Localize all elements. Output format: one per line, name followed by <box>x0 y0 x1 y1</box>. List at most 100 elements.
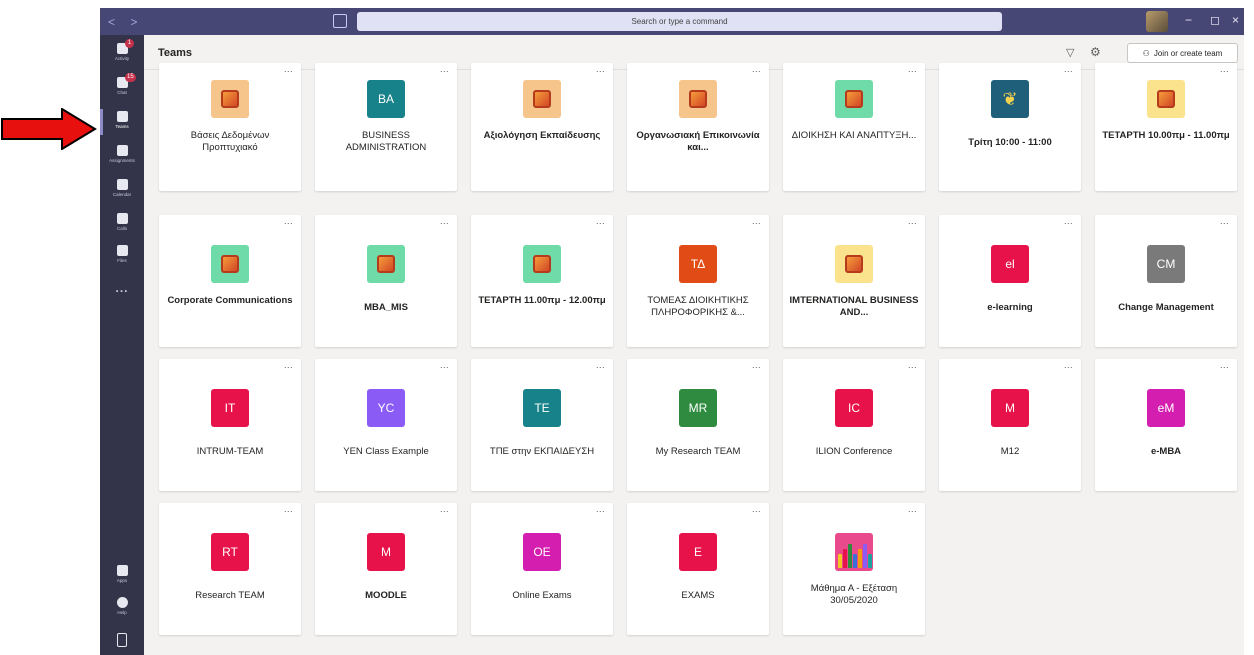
team-card[interactable]: ... Corporate Communications <box>159 215 301 347</box>
team-card[interactable]: ... Βάσεις Δεδομένων Προπτυχιακό <box>159 63 301 191</box>
team-avatar: YC <box>367 389 405 427</box>
more-options-icon[interactable]: ... <box>596 360 605 370</box>
more-options-icon[interactable]: ... <box>752 64 761 74</box>
rail-item-chat[interactable]: 15 Chat <box>100 73 144 95</box>
mobile-icon <box>117 633 127 647</box>
more-options-icon[interactable]: ... <box>1220 360 1229 370</box>
team-avatar: IC <box>835 389 873 427</box>
more-options-icon[interactable]: ... <box>284 360 293 370</box>
more-options-icon[interactable]: ... <box>1064 360 1073 370</box>
team-avatar: eM <box>1147 389 1185 427</box>
nav-arrows[interactable]: < > <box>108 15 143 29</box>
more-options-icon[interactable]: ... <box>596 216 605 226</box>
red-arrow-annotation <box>1 108 97 150</box>
team-card[interactable]: ... MBA_MIS <box>315 215 457 347</box>
rail-item-teams[interactable]: Teams <box>100 109 144 135</box>
team-card[interactable]: ... E EXAMS <box>627 503 769 635</box>
team-card[interactable]: ... ΤΕΤΑΡΤΗ 10.00πμ - 11.00πμ <box>1095 63 1237 191</box>
more-options-icon[interactable]: ... <box>908 504 917 514</box>
join-or-create-team-button[interactable]: ⚇ Join or create team <box>1127 43 1238 63</box>
team-card[interactable]: ... IC ILION Conference <box>783 359 925 491</box>
laurel-icon: ❦ <box>991 80 1029 118</box>
more-options-icon[interactable]: ... <box>908 216 917 226</box>
team-card[interactable]: ... Μάθημα Α - Εξέταση 30/05/2020 <box>783 503 925 635</box>
pencil-shape <box>848 544 852 568</box>
more-options-icon[interactable]: ... <box>440 504 449 514</box>
office-icon <box>523 245 561 283</box>
more-options-icon[interactable]: ... <box>1220 64 1229 74</box>
avatar[interactable] <box>1146 11 1168 32</box>
more-options-icon[interactable]: ... <box>284 216 293 226</box>
gear-icon[interactable]: ⚙ <box>1090 45 1101 59</box>
team-card[interactable]: ... IT INTRUM-TEAM <box>159 359 301 491</box>
team-card[interactable]: ... Οργανωσιακή Επικοινωνία και... <box>627 63 769 191</box>
more-options-icon[interactable]: ... <box>440 360 449 370</box>
team-card[interactable]: ... ΤΕΤΑΡΤΗ 11.00πμ - 12.00πμ <box>471 215 613 347</box>
office-logo-icon <box>533 90 551 108</box>
more-options-icon[interactable]: ... <box>596 64 605 74</box>
team-card[interactable]: ... ❦ Τρίτη 10:00 - 11:00 <box>939 63 1081 191</box>
team-card[interactable]: ... IMTERNATIONAL BUSINESS AND... <box>783 215 925 347</box>
team-card[interactable]: ... YC YEN Class Example <box>315 359 457 491</box>
team-card[interactable]: ... M M12 <box>939 359 1081 491</box>
team-card[interactable]: ... CM Change Management <box>1095 215 1237 347</box>
filter-icon[interactable]: ▽ <box>1066 46 1074 59</box>
team-name: e-learning <box>987 302 1033 313</box>
team-avatar: CM <box>1147 245 1185 283</box>
rail-item-activity[interactable]: 1 Activity <box>100 39 144 61</box>
team-name: Research TEAM <box>195 590 265 601</box>
more-options-icon[interactable]: ... <box>752 360 761 370</box>
team-card[interactable]: ... Αξιολόγηση Εκπαίδευσης <box>471 63 613 191</box>
team-avatar: MR <box>679 389 717 427</box>
search-input[interactable]: Search or type a command <box>357 12 1002 31</box>
office-icon <box>367 245 405 283</box>
team-card[interactable]: ... M MOODLE <box>315 503 457 635</box>
close-button[interactable]: × <box>1232 13 1239 27</box>
rail-more-button[interactable]: ... <box>100 281 144 295</box>
restore-button[interactable]: ◻ <box>1210 13 1220 27</box>
more-options-icon[interactable]: ... <box>908 360 917 370</box>
rail-item-assignments[interactable]: Assignments <box>100 145 144 163</box>
team-card[interactable]: ... BA BUSINESS ADMINISTRATION <box>315 63 457 191</box>
team-avatar: el <box>991 245 1029 283</box>
page-title: Teams <box>158 47 193 59</box>
team-card[interactable]: ... ΔΙΟΙΚΗΣΗ ΚΑΙ ΑΝΑΠΤΥΞΗ... <box>783 63 925 191</box>
team-avatar: RT <box>211 533 249 571</box>
more-options-icon[interactable]: ... <box>440 64 449 74</box>
more-options-icon[interactable]: ... <box>908 64 917 74</box>
minimize-button[interactable]: − <box>1185 13 1192 27</box>
office-icon <box>1147 80 1185 118</box>
team-card[interactable]: ... MR My Research TEAM <box>627 359 769 491</box>
more-options-icon[interactable]: ... <box>284 504 293 514</box>
office-logo-icon <box>221 90 239 108</box>
team-name: MBA_MIS <box>364 302 408 313</box>
team-name: Οργανωσιακή Επικοινωνία και... <box>636 130 760 153</box>
more-options-icon[interactable]: ... <box>440 216 449 226</box>
more-options-icon[interactable]: ... <box>752 216 761 226</box>
rail-item-device[interactable] <box>100 633 144 647</box>
team-name: BUSINESS ADMINISTRATION <box>345 130 427 153</box>
more-options-icon[interactable]: ... <box>284 64 293 74</box>
more-options-icon[interactable]: ... <box>752 504 761 514</box>
team-name: ΤΠΕ στην ΕΚΠΑΙΔΕΥΣΗ <box>489 446 595 457</box>
pencil-shape <box>858 549 862 568</box>
team-card[interactable]: ... RT Research TEAM <box>159 503 301 635</box>
team-card[interactable]: ... OE Online Exams <box>471 503 613 635</box>
rail-item-apps[interactable]: Apps <box>100 565 144 583</box>
pencil-shape <box>868 554 872 568</box>
more-options-icon[interactable]: ... <box>1220 216 1229 226</box>
more-options-icon[interactable]: ... <box>1064 216 1073 226</box>
rail-item-files[interactable]: Files <box>100 245 144 263</box>
rail-item-help[interactable]: Help <box>100 597 144 615</box>
more-options-icon[interactable]: ... <box>596 504 605 514</box>
team-card[interactable]: ... eM e-MBA <box>1095 359 1237 491</box>
team-card[interactable]: ... el e-learning <box>939 215 1081 347</box>
team-name: ΤΕΤΑΡΤΗ 11.00πμ - 12.00πμ <box>478 295 606 306</box>
compose-icon[interactable] <box>333 14 347 28</box>
rail-item-calendar[interactable]: Calendar <box>100 179 144 197</box>
rail-item-calls[interactable]: Calls <box>100 213 144 231</box>
more-options-icon[interactable]: ... <box>1064 64 1073 74</box>
team-card[interactable]: ... TE ΤΠΕ στην ΕΚΠΑΙΔΕΥΣΗ <box>471 359 613 491</box>
laurel-wreath-icon: ❦ <box>1002 88 1018 109</box>
team-card[interactable]: ... ΤΔ ΤΟΜΕΑΣ ΔΙΟΙΚΗΤΙΚΗΣ ΠΛΗΡΟΦΟΡΙΚΗΣ &..… <box>627 215 769 347</box>
